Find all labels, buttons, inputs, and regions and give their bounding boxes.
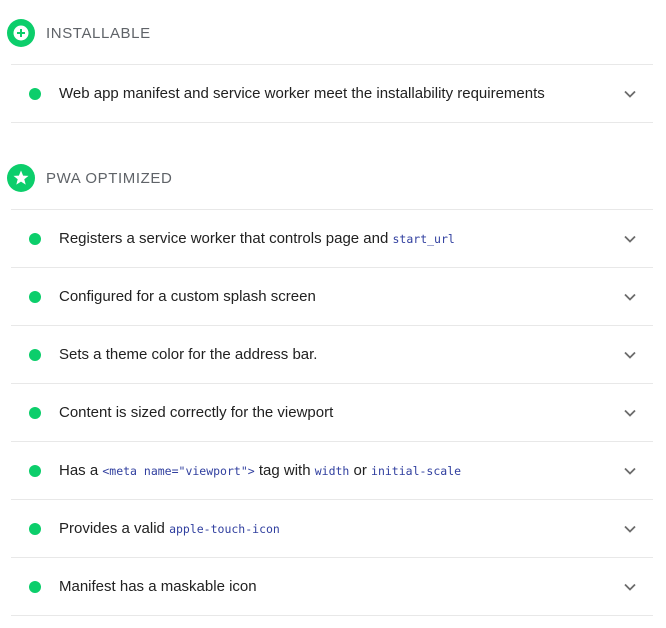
- chevron-down-icon[interactable]: [623, 348, 637, 362]
- audit-title: Web app manifest and service worker meet…: [59, 65, 545, 122]
- audit-title-text: tag with: [254, 462, 315, 479]
- audit-title-text: Sets a theme color for the address bar.: [59, 346, 318, 363]
- audit-title-code: apple-touch-icon: [169, 522, 280, 536]
- chevron-down-icon[interactable]: [623, 406, 637, 420]
- audit-row[interactable]: Sets a theme color for the address bar.: [11, 326, 653, 384]
- pwa-audit-panel: INSTALLABLE Web app manifest and service…: [0, 0, 666, 628]
- audit-title-text: Provides a valid: [59, 520, 170, 537]
- pass-indicator-icon: [29, 407, 41, 419]
- audit-title: Has a <meta name="viewport"> tag with wi…: [59, 442, 461, 499]
- audit-title: Provides a valid apple-touch-icon: [59, 500, 280, 557]
- pass-indicator-icon: [29, 233, 41, 245]
- audit-title-code: initial-scale: [371, 464, 462, 478]
- audit-title: Sets a theme color for the address bar.: [59, 326, 317, 383]
- pass-indicator-icon: [29, 465, 41, 477]
- chevron-down-icon[interactable]: [623, 522, 637, 536]
- group-header-installable: INSTALLABLE: [7, 18, 151, 48]
- audit-row[interactable]: Web app manifest and service worker meet…: [11, 65, 653, 123]
- audit-row[interactable]: Provides a valid apple-touch-icon: [11, 500, 653, 558]
- audit-row[interactable]: Content is sized correctly for the viewp…: [11, 384, 653, 442]
- audit-title: Registers a service worker that controls…: [59, 210, 455, 267]
- pass-indicator-icon: [29, 581, 41, 593]
- pass-indicator-icon: [29, 291, 41, 303]
- group-header-pwa-optimized: PWA OPTIMIZED: [7, 163, 172, 193]
- chevron-down-icon[interactable]: [623, 580, 637, 594]
- pass-indicator-icon: [29, 88, 41, 100]
- audit-title-code: <meta name="viewport">: [102, 464, 255, 478]
- chevron-down-icon[interactable]: [623, 290, 637, 304]
- audit-title-text: Has a: [59, 462, 103, 479]
- audit-title-text: Web app manifest and service worker meet…: [59, 85, 545, 102]
- audit-title-text: Content is sized correctly for the viewp…: [59, 404, 334, 421]
- audit-row[interactable]: Manifest has a maskable icon: [11, 558, 653, 616]
- star-icon: [7, 164, 35, 192]
- audit-title-code: start_url: [392, 232, 455, 246]
- audit-title-code: width: [314, 464, 350, 478]
- audit-title: Content is sized correctly for the viewp…: [59, 384, 333, 441]
- chevron-down-icon[interactable]: [623, 232, 637, 246]
- chevron-down-icon[interactable]: [623, 464, 637, 478]
- audit-list-pwa-optimized: Registers a service worker that controls…: [11, 209, 653, 616]
- pass-indicator-icon: [29, 349, 41, 361]
- audit-row[interactable]: Configured for a custom splash screen: [11, 268, 653, 326]
- audit-title-text: Configured for a custom splash screen: [59, 288, 316, 305]
- group-title: INSTALLABLE: [46, 24, 151, 42]
- chevron-down-icon[interactable]: [623, 87, 637, 101]
- plus-icon: [7, 19, 35, 47]
- pass-indicator-icon: [29, 523, 41, 535]
- group-title: PWA OPTIMIZED: [46, 169, 173, 187]
- audit-row[interactable]: Registers a service worker that controls…: [11, 210, 653, 268]
- audit-title: Configured for a custom splash screen: [59, 268, 316, 325]
- audit-title-text: Manifest has a maskable icon: [59, 578, 257, 595]
- audit-title: Manifest has a maskable icon: [59, 558, 257, 615]
- audit-title-text: Registers a service worker that controls…: [59, 230, 393, 247]
- audit-title-text: or: [349, 462, 372, 479]
- audit-list-installable: Web app manifest and service worker meet…: [11, 64, 653, 123]
- audit-row[interactable]: Has a <meta name="viewport"> tag with wi…: [11, 442, 653, 500]
